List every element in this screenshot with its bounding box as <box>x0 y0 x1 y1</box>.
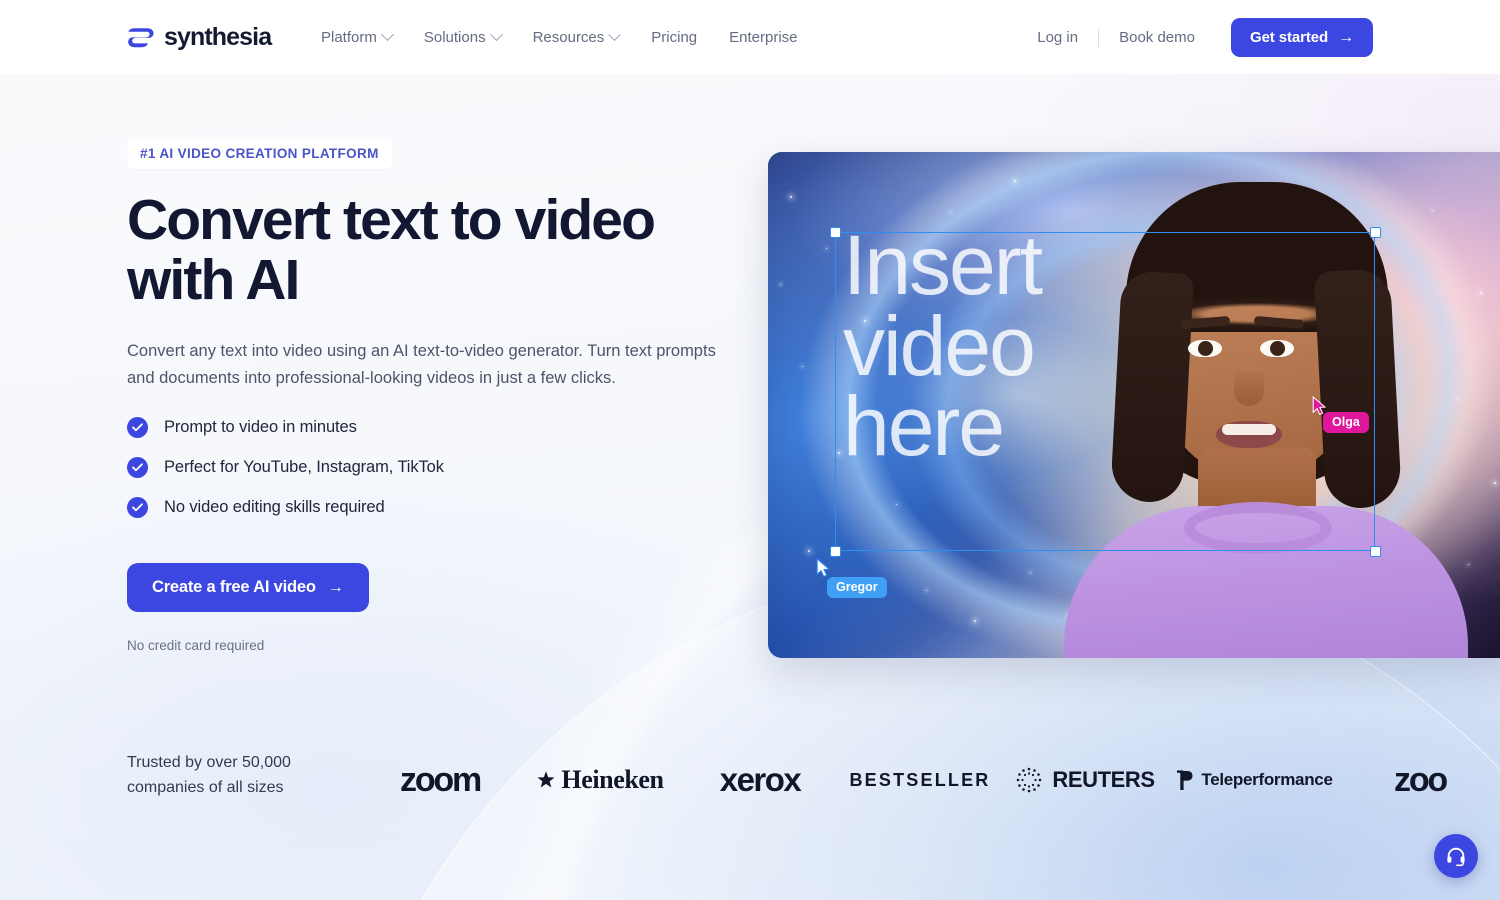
headline-line-1: Convert text to video <box>127 188 656 252</box>
logo-xerox: xerox <box>719 761 802 798</box>
headline-line-2: with AI <box>127 248 300 313</box>
header-actions: Log in Book demo Get started → <box>1017 18 1373 57</box>
cursor-label-olga: Olga <box>1323 412 1369 433</box>
arrow-right-icon: → <box>327 578 344 596</box>
no-credit-card-note: No credit card required <box>127 638 265 654</box>
chevron-down-icon <box>608 27 622 41</box>
collaborator-cursor-gregor: Gregor <box>816 558 887 598</box>
trusted-by-line-1: Trusted by over 50,000 <box>127 754 291 771</box>
resize-handle-bottom-right[interactable] <box>1370 546 1381 557</box>
support-chat-button[interactable] <box>1434 834 1478 878</box>
nav-item-enterprise-label: Enterprise <box>729 28 798 46</box>
teleperformance-mark-icon <box>1177 770 1193 790</box>
nav-item-pricing[interactable]: Pricing <box>635 24 713 50</box>
arrow-right-icon: → <box>1338 28 1354 46</box>
logo-heineken: Heineken <box>520 752 680 808</box>
hero-content: #1 AI VIDEO CREATION PLATFORM Convert te… <box>127 139 767 653</box>
feature-label: Perfect for YouTube, Instagram, TikTok <box>164 458 444 477</box>
feature-label: No video editing skills required <box>164 498 385 517</box>
logo-bestseller: BESTSELLER <box>849 769 991 790</box>
check-circle-icon <box>127 417 148 439</box>
video-selection-box[interactable] <box>830 227 1381 557</box>
logo-teleperformance-label: Teleperformance <box>1201 770 1333 789</box>
resize-handle-top-right[interactable] <box>1370 227 1381 238</box>
list-item: Prompt to video in minutes <box>127 417 767 439</box>
logo-heineken-label: Heineken <box>561 765 664 794</box>
page-title: Convert text to video with AI <box>127 190 727 311</box>
headset-icon <box>1447 847 1465 867</box>
get-started-button[interactable]: Get started → <box>1231 18 1373 57</box>
nav-item-resources-label: Resources <box>532 28 605 46</box>
logo-reuters: REUTERS <box>1000 752 1170 808</box>
nav-item-solutions-label: Solutions <box>423 28 486 46</box>
resize-handle-top-left[interactable] <box>830 227 841 238</box>
hero-subcopy: Convert any text into video using an AI … <box>127 341 716 387</box>
main-navigation: Platform Solutions Resources Pricing Ent… <box>305 24 814 50</box>
trusted-by-line-2: companies of all sizes <box>127 779 284 797</box>
nav-item-enterprise[interactable]: Enterprise <box>713 24 813 50</box>
chevron-down-icon <box>489 27 503 41</box>
logo-zoom-2: zoo <box>1394 760 1448 799</box>
synthesia-logo-text: synthesia <box>164 23 272 51</box>
list-item: No video editing skills required <box>127 497 767 519</box>
star-icon <box>537 771 555 788</box>
create-free-ai-video-label: Create a free AI video <box>152 578 316 597</box>
hero-eyebrow-badge: #1 AI VIDEO CREATION PLATFORM <box>127 139 392 169</box>
create-free-ai-video-button[interactable]: Create a free AI video → <box>127 563 369 613</box>
get-started-label: Get started <box>1250 29 1329 46</box>
reuters-dots-icon <box>1017 767 1042 793</box>
collaborator-cursor-olga: Olga <box>1312 396 1369 433</box>
check-circle-icon <box>127 457 148 479</box>
hero-feature-list: Prompt to video in minutes Perfect for Y… <box>127 417 767 519</box>
feature-label: Prompt to video in minutes <box>164 418 357 437</box>
synthesia-logo-mark-icon <box>128 27 154 47</box>
list-item: Perfect for YouTube, Instagram, TikTok <box>127 457 767 479</box>
chevron-down-icon <box>380 27 394 41</box>
customer-logo-strip: zoom Heineken xerox BESTSELLER REUTERS T… <box>360 752 1500 808</box>
cursor-arrow-icon <box>816 558 831 578</box>
synthesia-logo[interactable]: synthesia <box>127 23 272 52</box>
cursor-label-gregor: Gregor <box>827 577 887 598</box>
book-demo-link[interactable]: Book demo <box>1099 19 1215 57</box>
site-header: synthesia Platform Solutions Resources P… <box>0 0 1500 74</box>
nav-item-resources[interactable]: Resources <box>517 24 636 50</box>
logo-reuters-label: REUTERS <box>1052 767 1155 792</box>
login-link[interactable]: Log in <box>1017 19 1098 57</box>
resize-handle-bottom-left[interactable] <box>830 546 841 557</box>
logo-teleperformance: Teleperformance <box>1170 752 1340 808</box>
nav-item-solutions[interactable]: Solutions <box>408 24 517 50</box>
logo-zoom: zoom <box>400 760 482 799</box>
nav-item-pricing-label: Pricing <box>651 28 698 46</box>
check-circle-icon <box>127 497 148 519</box>
trusted-by-text: Trusted by over 50,000 companies of all … <box>127 750 337 801</box>
nav-item-platform-label: Platform <box>321 28 377 46</box>
nav-item-platform[interactable]: Platform <box>305 24 408 50</box>
